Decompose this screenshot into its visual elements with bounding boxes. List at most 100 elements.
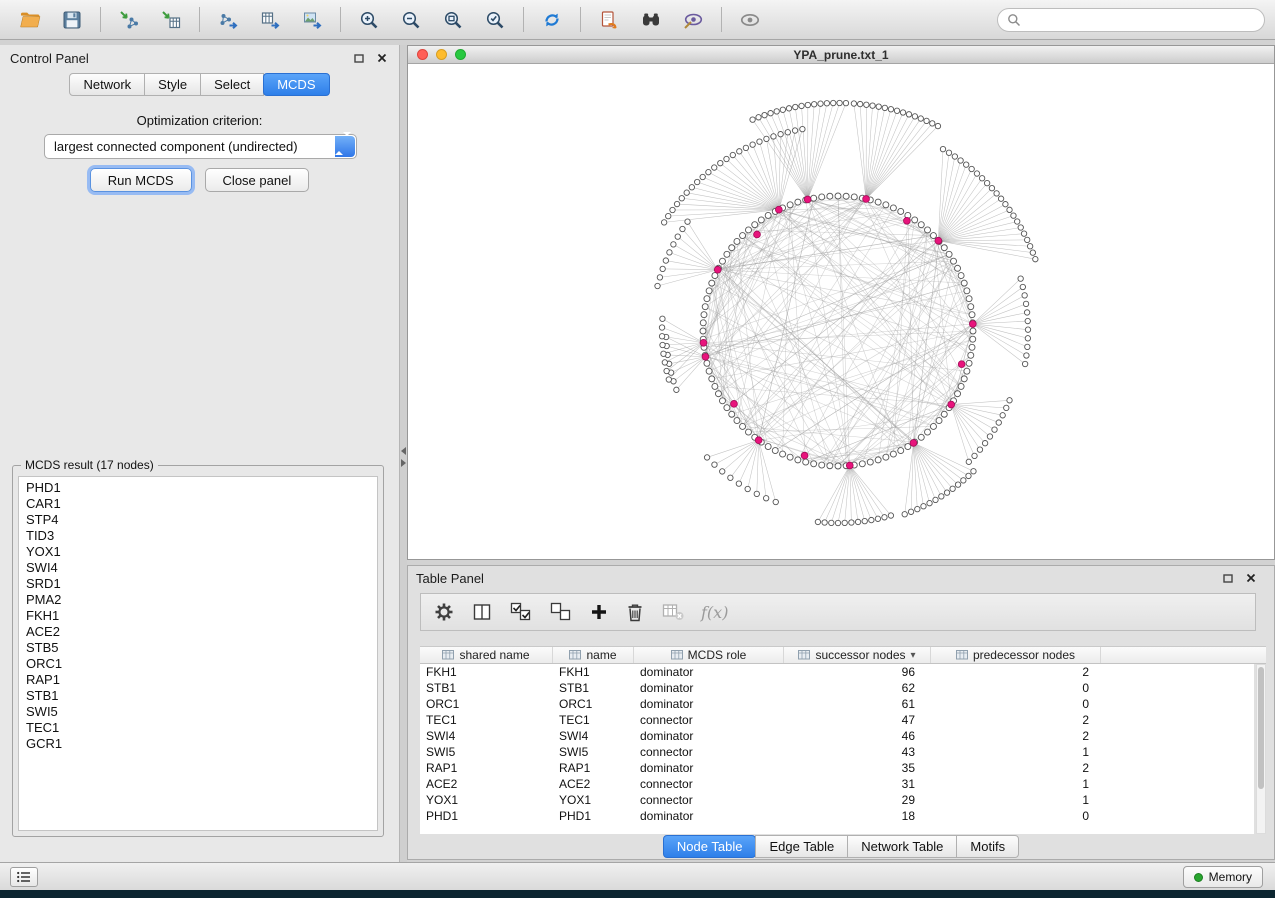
import-network-button[interactable] — [109, 4, 149, 36]
mcds-result-node[interactable]: TEC1 — [19, 720, 377, 736]
table-panel: Table Panel — [407, 565, 1275, 860]
mcds-result-node[interactable]: STB1 — [19, 688, 377, 704]
table-panel-header: Table Panel — [408, 568, 1266, 588]
search-input[interactable] — [1027, 13, 1255, 27]
table-row[interactable]: TEC1TEC1connector472 — [420, 712, 1254, 728]
export-table-button[interactable] — [250, 4, 290, 36]
close-window-icon[interactable] — [417, 49, 428, 60]
status-menu-button[interactable] — [10, 867, 38, 887]
tab-style[interactable]: Style — [144, 73, 201, 96]
mcds-result-node[interactable]: PHD1 — [19, 480, 377, 496]
refresh-layout-icon — [541, 9, 563, 31]
column-header-predecessor-nodes[interactable]: predecessor nodes — [931, 647, 1101, 663]
float-table-panel-button[interactable] — [1221, 571, 1235, 585]
unselect-all-button[interactable] — [549, 597, 573, 627]
mcds-result-node[interactable]: ACE2 — [19, 624, 377, 640]
select-all-button[interactable] — [509, 597, 533, 627]
zoom-selected-button[interactable] — [475, 4, 515, 36]
close-table-panel-button[interactable] — [1244, 571, 1258, 585]
share-document-button[interactable] — [589, 4, 629, 36]
import-table-button[interactable] — [151, 4, 191, 36]
export-network-button[interactable] — [208, 4, 248, 36]
mcds-result-node[interactable]: YOX1 — [19, 544, 377, 560]
export-image-button[interactable] — [292, 4, 332, 36]
apply-style-button[interactable] — [673, 4, 713, 36]
share-document-icon — [598, 9, 620, 31]
open-file-button[interactable] — [10, 4, 50, 36]
node-table-body[interactable]: FKH1FKH1dominator962STB1STB1dominator620… — [420, 664, 1254, 834]
table-row[interactable]: SWI4SWI4dominator462 — [420, 728, 1254, 744]
refresh-layout-button[interactable] — [532, 4, 572, 36]
memory-label: Memory — [1209, 870, 1252, 884]
collapse-left-icon[interactable] — [401, 447, 406, 455]
table-scrollbar[interactable] — [1256, 664, 1266, 834]
column-layout-button[interactable] — [471, 597, 493, 627]
mcds-result-node[interactable]: SRD1 — [19, 576, 377, 592]
network-window-titlebar[interactable]: YPA_prune.txt_1 — [408, 46, 1274, 64]
mcds-result-node[interactable]: TID3 — [19, 528, 377, 544]
save-session-button[interactable] — [52, 4, 92, 36]
table-cell: connector — [634, 777, 784, 791]
memory-button[interactable]: Memory — [1183, 866, 1263, 888]
tab-node-table[interactable]: Node Table — [663, 835, 757, 858]
table-row[interactable]: ORC1ORC1dominator610 — [420, 696, 1254, 712]
table-row[interactable]: YOX1YOX1connector291 — [420, 792, 1254, 808]
close-panel-button[interactable] — [375, 51, 389, 65]
zoom-out-button[interactable] — [391, 4, 431, 36]
column-header-shared-name[interactable]: shared name — [420, 647, 553, 663]
table-row[interactable]: RAP1RAP1dominator352 — [420, 760, 1254, 776]
table-settings-button[interactable] — [433, 597, 455, 627]
column-header-mcds-role[interactable]: MCDS role — [634, 647, 784, 663]
table-cell: 0 — [931, 697, 1101, 711]
optimization-criterion-select[interactable]: largest connected component (undirected) — [44, 134, 357, 159]
mcds-result-node[interactable]: FKH1 — [19, 608, 377, 624]
table-cell: STB1 — [420, 681, 553, 695]
tab-network-table[interactable]: Network Table — [847, 835, 957, 858]
table-cell: 35 — [784, 761, 931, 775]
close-panel-action-button[interactable]: Close panel — [205, 168, 310, 192]
table-row[interactable]: SWI5SWI5connector431 — [420, 744, 1254, 760]
mcds-result-node[interactable]: GCR1 — [19, 736, 377, 752]
mcds-result-node[interactable]: SWI4 — [19, 560, 377, 576]
float-panel-button[interactable] — [352, 51, 366, 65]
table-cell: 0 — [931, 809, 1101, 823]
collapse-right-icon[interactable] — [401, 459, 406, 467]
mcds-result-list[interactable]: PHD1CAR1STP4TID3YOX1SWI4SRD1PMA2FKH1ACE2… — [18, 476, 378, 831]
search-network-button[interactable] — [631, 4, 671, 36]
mcds-result-node[interactable]: PMA2 — [19, 592, 377, 608]
column-header-successor-nodes[interactable]: successor nodes ▾ — [784, 647, 931, 663]
mcds-result-node[interactable]: STB5 — [19, 640, 377, 656]
table-row[interactable]: PHD1PHD1dominator180 — [420, 808, 1254, 824]
mcds-result-node[interactable]: ORC1 — [19, 656, 377, 672]
minimize-window-icon[interactable] — [436, 49, 447, 60]
trash-icon — [625, 601, 645, 623]
mcds-result-node[interactable]: STP4 — [19, 512, 377, 528]
table-row[interactable]: ACE2ACE2connector311 — [420, 776, 1254, 792]
zoom-fit-button[interactable] — [433, 4, 473, 36]
maximize-window-icon[interactable] — [455, 49, 466, 60]
delete-column-button[interactable] — [625, 597, 645, 627]
mcds-result-node[interactable]: CAR1 — [19, 496, 377, 512]
show-hide-graphics-button[interactable] — [730, 4, 770, 36]
delete-table-icon — [661, 601, 685, 623]
tab-select[interactable]: Select — [200, 73, 264, 96]
tab-motifs[interactable]: Motifs — [956, 835, 1019, 858]
table-cell: TEC1 — [553, 713, 634, 727]
network-canvas[interactable] — [408, 64, 1274, 559]
zoom-in-button[interactable] — [349, 4, 389, 36]
mcds-result-node[interactable]: RAP1 — [19, 672, 377, 688]
tab-network[interactable]: Network — [69, 73, 145, 96]
tab-mcds[interactable]: MCDS — [263, 73, 329, 96]
add-column-button[interactable] — [589, 597, 609, 627]
panel-splitter[interactable] — [400, 45, 407, 862]
sort-chevron-icon[interactable]: ▾ — [911, 650, 916, 661]
table-row[interactable]: FKH1FKH1dominator962 — [420, 664, 1254, 680]
mcds-result-node[interactable]: SWI5 — [19, 704, 377, 720]
run-mcds-button[interactable]: Run MCDS — [90, 168, 192, 192]
column-header-name[interactable]: name — [553, 647, 634, 663]
table-row[interactable]: STB1STB1dominator620 — [420, 680, 1254, 696]
table-scrollbar-thumb[interactable] — [1258, 667, 1264, 789]
table-cell: dominator — [634, 729, 784, 743]
network-view-window: YPA_prune.txt_1 — [407, 45, 1275, 560]
tab-edge-table[interactable]: Edge Table — [755, 835, 848, 858]
